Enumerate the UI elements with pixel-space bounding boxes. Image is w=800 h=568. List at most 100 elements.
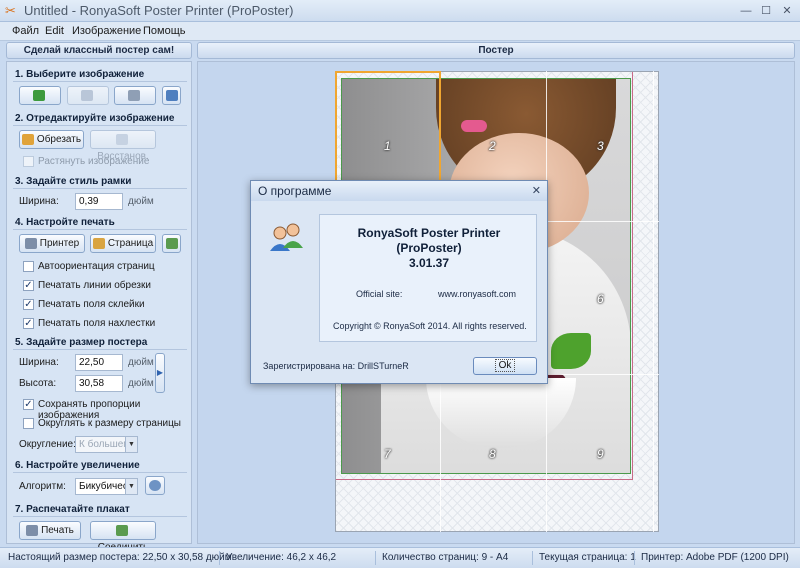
join-icon xyxy=(115,524,128,536)
screenshot-button[interactable] xyxy=(162,86,181,105)
frame-width-input[interactable]: 0,39 xyxy=(75,193,123,210)
status-printer: Принтер: Adobe PDF (1200 DPI) xyxy=(641,552,789,563)
product-version: 3.01.37 xyxy=(408,256,450,270)
arrow-right-icon: ▶ xyxy=(156,368,164,377)
cut-lines-label: Печатать линии обрезки xyxy=(38,280,151,291)
crop-icon xyxy=(21,133,34,145)
paste-image-button[interactable] xyxy=(67,86,109,105)
divider xyxy=(13,472,187,473)
glue-margins-label: Печатать поля склейки xyxy=(38,299,145,310)
about-info-box: RonyaSoft Poster Printer (ProPoster) 3.0… xyxy=(319,214,537,342)
section-print-setup: 4. Настройте печать xyxy=(15,217,115,228)
round-page-label: Округлять к размеру страницы xyxy=(38,418,181,429)
printer-icon xyxy=(24,237,37,249)
dialog-close-button[interactable]: ✕ xyxy=(532,184,541,197)
poster-width-input[interactable]: 22,50 xyxy=(75,354,123,371)
algorithm-select[interactable]: Бикубичеси ▼ xyxy=(75,478,138,495)
stretch-label: Растянуть изображение xyxy=(38,156,150,167)
stretch-checkbox[interactable] xyxy=(23,156,34,167)
page-grid-line xyxy=(653,71,654,532)
ok-button-label: Ok xyxy=(494,359,516,372)
divider xyxy=(13,349,187,350)
printer-button[interactable]: Принтер xyxy=(19,234,85,253)
left-panel-header: Сделай классный постер сам! xyxy=(6,42,192,59)
chevron-down-icon: ▼ xyxy=(125,479,137,494)
menu-bar: Файл Edit Изображение Помощь xyxy=(0,22,800,41)
crop-button-label: Обрезать xyxy=(36,134,82,145)
divider xyxy=(13,229,187,230)
status-zoom: Увеличение: 46,2 x 46,2 xyxy=(226,552,337,563)
print-button-label: Печать xyxy=(41,525,74,536)
print-options-button[interactable] xyxy=(162,234,181,253)
auto-orient-checkbox[interactable] xyxy=(23,261,34,272)
overlap-margins-checkbox[interactable]: ✓ xyxy=(23,318,34,329)
site-link[interactable]: www.ronyasoft.com xyxy=(438,289,516,299)
overlap-margins-label: Печатать поля нахлестки xyxy=(38,318,156,329)
maximize-button[interactable]: ☐ xyxy=(758,4,774,18)
users-icon xyxy=(270,223,303,251)
section-frame-style: 3. Задайте стиль рамки xyxy=(15,176,132,187)
about-dialog: О программе ✕ RonyaSoft Poster Printer (… xyxy=(250,180,548,384)
ok-button[interactable]: Ok xyxy=(473,357,537,375)
cut-lines-checkbox[interactable]: ✓ xyxy=(23,280,34,291)
registered-to-text: Зарегистрирована на: DrillSTurneR xyxy=(263,361,409,371)
page-setup-button[interactable]: Страница xyxy=(90,234,156,253)
dialog-title-bar: О программе ✕ xyxy=(251,181,547,201)
frame-width-unit: дюйм xyxy=(128,196,154,207)
glue-margins-checkbox[interactable]: ✓ xyxy=(23,299,34,310)
dialog-title: О программе xyxy=(258,184,332,198)
options-icon xyxy=(165,237,178,249)
print-button[interactable]: Печать xyxy=(19,521,81,540)
menu-help[interactable]: Помощь xyxy=(143,25,186,37)
copyright-text: Copyright © RonyaSoft 2014. All rights r… xyxy=(333,321,527,331)
poster-height-input[interactable]: 30,58 xyxy=(75,375,123,392)
poster-height-unit: дюйм xyxy=(128,378,154,389)
status-separator xyxy=(634,551,635,565)
rounding-label: Округление: xyxy=(19,439,76,450)
page-number: 6 xyxy=(597,292,604,306)
zoom-preview-button[interactable] xyxy=(145,476,165,495)
minimize-button[interactable]: — xyxy=(738,4,754,18)
scanner-icon xyxy=(127,89,140,101)
restore-icon xyxy=(115,133,128,145)
section-edit-image: 2. Отредактируйте изображение xyxy=(15,113,175,124)
divider xyxy=(13,81,187,82)
status-page-count: Количество страниц: 9 - A4 xyxy=(382,552,509,563)
menu-file[interactable]: Файл xyxy=(12,25,39,37)
open-image-button[interactable] xyxy=(19,86,61,105)
divider xyxy=(13,516,187,517)
status-separator xyxy=(219,551,220,565)
menu-image[interactable]: Изображение xyxy=(72,25,141,37)
crop-button[interactable]: Обрезать xyxy=(19,130,84,149)
restore-button[interactable]: Восстанов. xyxy=(90,130,156,162)
menu-edit[interactable]: Edit xyxy=(45,25,64,37)
page-icon xyxy=(92,237,105,249)
page-number: 1 xyxy=(384,139,391,153)
keep-ratio-checkbox[interactable]: ✓ xyxy=(23,399,34,410)
rounding-select-value: К большем xyxy=(79,439,131,450)
page-number: 3 xyxy=(597,139,604,153)
status-bar: Настоящий размер постера: 22,50 x 30,58 … xyxy=(0,547,800,568)
scan-image-button[interactable] xyxy=(114,86,156,105)
chevron-down-icon: ▼ xyxy=(125,437,137,452)
link-size-toggle[interactable]: ▶ xyxy=(155,353,165,393)
wizard-panel: 1. Выберите изображение 2. Отредактируйт… xyxy=(6,61,192,553)
product-edition: (ProPoster) xyxy=(396,241,462,255)
rounding-select[interactable]: К большем ▼ xyxy=(75,436,138,453)
round-page-checkbox[interactable] xyxy=(23,418,34,429)
algorithm-label: Алгоритм: xyxy=(19,481,66,492)
page-number: 8 xyxy=(489,447,496,461)
section-print-poster: 7. Распечатайте плакат xyxy=(15,504,130,515)
site-label: Official site: xyxy=(356,289,403,299)
frame-width-label: Ширина: xyxy=(19,196,59,207)
app-logo-icon: ✂ xyxy=(5,3,16,18)
join-button[interactable]: Соединить xyxy=(90,521,156,553)
close-button[interactable]: ✕ xyxy=(779,4,795,18)
image-open-icon xyxy=(32,89,45,101)
section-poster-size: 5. Задайте размер постера xyxy=(15,337,148,348)
divider xyxy=(13,125,187,126)
status-current-page: Текущая страница: 1 xyxy=(539,552,636,563)
right-panel-header: Постер xyxy=(197,42,795,59)
section-zoom: 6. Настройте увеличение xyxy=(15,460,140,471)
section-select-image: 1. Выберите изображение xyxy=(15,69,145,80)
